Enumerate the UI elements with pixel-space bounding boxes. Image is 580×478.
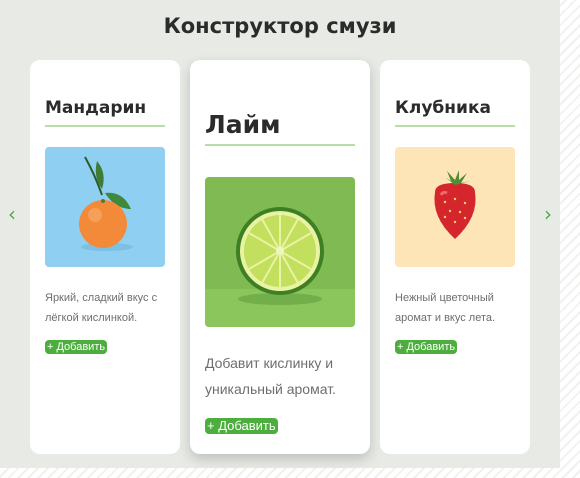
card-description: Нежный цветочный аромат и вкус лета. xyxy=(395,292,496,324)
strawberry-image xyxy=(395,147,515,267)
chevron-right-icon[interactable]: › xyxy=(541,203,555,225)
mandarin-image xyxy=(45,147,165,267)
card-divider xyxy=(395,125,515,127)
add-lime-button[interactable]: + Добавить xyxy=(205,418,278,434)
lime-image xyxy=(205,177,355,327)
add-mandarin-button[interactable]: + Добавить xyxy=(45,340,108,354)
card-divider xyxy=(45,125,165,127)
fruit-card-lime[interactable]: Лайм Добавит кислинку и уникальный арома… xyxy=(190,60,370,454)
add-strawberry-button[interactable]: + Добавить xyxy=(395,340,458,354)
fruit-card-strawberry[interactable]: Клубника Нежный цветочный аромат и вкус … xyxy=(380,60,530,454)
card-divider xyxy=(205,144,355,146)
chevron-left-icon[interactable]: ‹ xyxy=(5,203,19,225)
card-title: Клубника xyxy=(395,98,491,118)
page-title: Конструктор смузи xyxy=(163,14,397,38)
card-title: Лайм xyxy=(205,110,281,139)
fruit-card-mandarin[interactable]: Мандарин Яркий, сладкий вкус с лёгкой ки… xyxy=(30,60,180,454)
smoothie-builder-panel: Конструктор смузи ‹ › Мандарин Яркий, сл… xyxy=(0,0,560,468)
card-description: Яркий, сладкий вкус с лёгкой кислинкой. xyxy=(45,292,158,324)
card-description: Добавит кислинку и уникальный аромат. xyxy=(205,355,336,397)
card-title: Мандарин xyxy=(45,98,147,118)
